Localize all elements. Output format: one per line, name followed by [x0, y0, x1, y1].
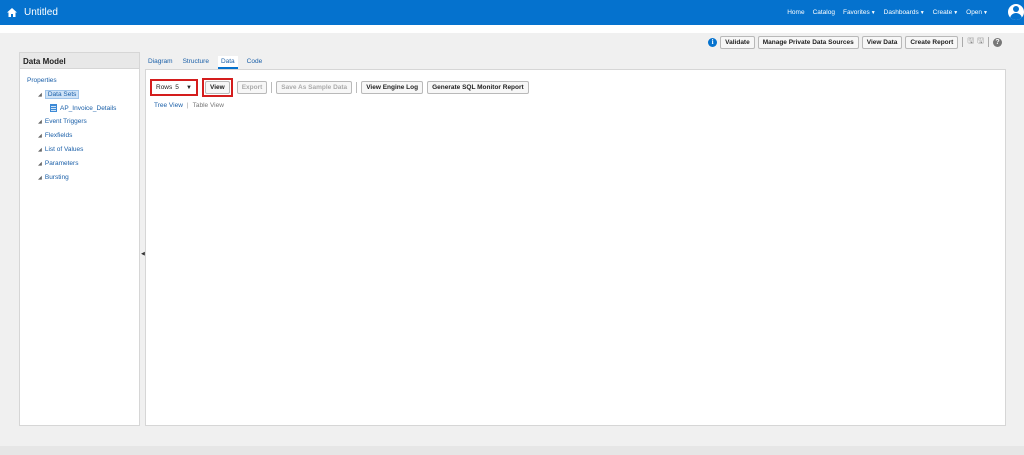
tab-data[interactable]: Data — [217, 56, 238, 69]
tree-item-label: Flexfields — [44, 132, 73, 139]
footer-strip — [0, 446, 1024, 455]
data-model-pane: Data Model Properties ◢ Data Sets AP_Inv… — [19, 52, 140, 426]
save-icon[interactable]: 🖫 — [967, 35, 974, 49]
tree-item-parameters[interactable]: ◢ Parameters — [38, 160, 78, 167]
nav-dashboards[interactable]: Dashboards▼ — [884, 9, 925, 16]
header-spacer — [0, 25, 1024, 33]
help-icon[interactable]: ? — [993, 37, 1002, 47]
editor-tabs: Diagram Structure Data Code — [147, 56, 263, 69]
tree-item-data-sets[interactable]: ◢ Data Sets — [38, 90, 80, 99]
view-button-highlight: View — [202, 78, 233, 97]
chevron-down-icon: ▼ — [953, 10, 959, 16]
tab-structure[interactable]: Structure — [182, 56, 210, 69]
expand-arrow-icon: ◢ — [38, 118, 42, 125]
dropdown-arrow-icon: ▼ — [186, 84, 192, 91]
tree-item-label: AP_Invoice_Details — [60, 104, 117, 112]
rows-select[interactable]: Rows 5 ▼ — [150, 79, 198, 96]
tree-item-label: Parameters — [44, 160, 79, 167]
app-title: Untitled — [24, 7, 58, 18]
view-engine-log-button[interactable]: View Engine Log — [361, 81, 424, 94]
tree-item-label: Data Sets — [44, 90, 80, 99]
rows-label: Rows — [156, 84, 173, 91]
nav-home[interactable]: Home — [787, 9, 804, 16]
user-avatar-icon[interactable] — [1008, 4, 1024, 20]
expand-arrow-icon: ◢ — [38, 174, 42, 181]
expand-arrow-icon: ◢ — [38, 160, 42, 167]
info-icon[interactable]: i — [708, 37, 718, 47]
data-tab-content: Rows 5 ▼ View Export Save As Sample Data… — [145, 69, 1006, 426]
data-model-title: Data Model — [20, 53, 139, 69]
editor-toolbar: i Validate Manage Private Data Sources V… — [708, 35, 1002, 49]
tree-item-label: Bursting — [44, 174, 69, 181]
nav-create-label: Create — [932, 9, 953, 16]
expand-arrow-icon: ◢ — [38, 91, 42, 98]
tree-item-bursting[interactable]: ◢ Bursting — [38, 174, 69, 181]
nav-favorites-label: Favorites — [842, 9, 870, 16]
nav-dashboards-label: Dashboards — [883, 9, 919, 16]
top-bar: Untitled Home Catalog Favorites▼ Dashboa… — [0, 0, 1024, 25]
main-panel: i Validate Manage Private Data Sources V… — [10, 33, 1016, 436]
chevron-down-icon: ▼ — [919, 10, 925, 16]
tree-item-list-of-values[interactable]: ◢ List of Values — [38, 146, 83, 153]
view-link-separator: | — [186, 102, 189, 109]
nav-create[interactable]: Create▼ — [933, 9, 958, 16]
nav-open[interactable]: Open▼ — [966, 9, 988, 16]
tab-code[interactable]: Code — [246, 56, 264, 69]
expand-arrow-icon: ◢ — [38, 132, 42, 139]
tree-item-flexfields[interactable]: ◢ Flexfields — [38, 132, 72, 139]
tree-view-link[interactable]: Tree View — [154, 102, 183, 109]
toolbar-divider — [962, 37, 964, 47]
tree-item-properties[interactable]: Properties — [27, 77, 57, 84]
home-icon[interactable] — [7, 8, 17, 19]
view-mode-links: Tree View | Table View — [154, 102, 224, 109]
save-as-icon[interactable]: 🖫 — [977, 35, 984, 49]
generate-sql-monitor-report-button[interactable]: Generate SQL Monitor Report — [427, 81, 529, 94]
export-button[interactable]: Export — [236, 81, 268, 94]
chevron-down-icon: ▼ — [983, 10, 988, 16]
rows-value: 5 — [175, 84, 179, 91]
tree-item-label: List of Values — [44, 146, 84, 153]
toolbar-divider — [356, 82, 358, 93]
create-report-button[interactable]: Create Report — [905, 35, 959, 49]
toolbar-divider — [988, 37, 989, 47]
tab-diagram[interactable]: Diagram — [147, 56, 174, 69]
manage-private-data-sources-button[interactable]: Manage Private Data Sources — [757, 35, 859, 49]
toolbar-divider — [271, 82, 273, 93]
tree-item-event-triggers[interactable]: ◢ Event Triggers — [38, 118, 87, 125]
save-as-sample-data-button[interactable]: Save As Sample Data — [276, 81, 353, 94]
chevron-down-icon: ▼ — [870, 10, 876, 16]
validate-button[interactable]: Validate — [720, 35, 755, 49]
table-icon — [50, 104, 57, 112]
nav-favorites[interactable]: Favorites▼ — [843, 9, 876, 16]
tree-item-ap-invoice-details[interactable]: AP_Invoice_Details — [50, 104, 116, 112]
data-toolbar: Rows 5 ▼ View Export Save As Sample Data… — [150, 78, 529, 97]
expand-arrow-icon: ◢ — [38, 146, 42, 153]
view-data-button[interactable]: View Data — [861, 35, 903, 49]
tree-item-label: Event Triggers — [44, 118, 87, 125]
view-button[interactable]: View — [205, 81, 230, 94]
nav-catalog[interactable]: Catalog — [813, 9, 835, 16]
nav-open-label: Open — [966, 9, 983, 16]
top-nav: Home Catalog Favorites▼ Dashboards▼ Crea… — [787, 9, 988, 16]
table-view-link[interactable]: Table View — [193, 102, 224, 109]
